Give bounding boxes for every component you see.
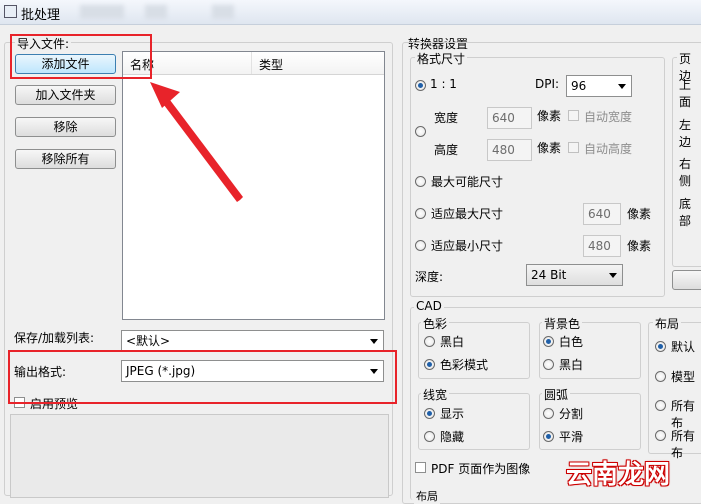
arc-label: 圆弧 [542, 386, 571, 403]
save-load-list-value: <默认> [126, 334, 171, 348]
auto-width-checkbox[interactable] [568, 110, 579, 121]
layout-all-2-radio[interactable] [655, 430, 666, 441]
max-possible-radio[interactable] [415, 176, 426, 187]
margin-bottom-label: 底部 [679, 197, 692, 228]
layout-default-radio[interactable] [655, 341, 666, 352]
window-title-bar: 批处理 [0, 0, 701, 25]
margin-top-label: 上面 [679, 78, 692, 109]
line-width-label: 线宽 [421, 386, 450, 403]
depth-value: 24 Bit [531, 268, 567, 282]
ratio-1-1-radio[interactable] [415, 80, 426, 91]
depth-label: 深度: [415, 270, 444, 284]
color-mono-label: 黑白 [440, 335, 465, 349]
custom-size-radio[interactable] [415, 126, 426, 137]
fit-min-unit: 像素 [627, 239, 652, 253]
chevron-down-icon [370, 339, 378, 344]
fit-max-unit: 像素 [627, 207, 652, 221]
remove-all-button[interactable]: 移除所有 [15, 149, 116, 169]
chevron-down-icon [618, 84, 626, 89]
save-load-list-select[interactable]: <默认> [121, 330, 384, 352]
fit-min-label: 适应最小尺寸 [431, 239, 504, 253]
background-mono-label: 黑白 [559, 358, 584, 372]
layout-bottom-label: 布局 [414, 488, 440, 504]
width-label: 宽度 [434, 111, 459, 125]
dpi-select[interactable]: 96 [566, 75, 632, 97]
window-title: 批处理 [21, 8, 61, 23]
blurred-menu-area [145, 5, 167, 19]
line-width-show-label: 显示 [440, 407, 465, 421]
highlight-box [10, 34, 152, 79]
width-input[interactable]: 640 [487, 107, 532, 129]
layout-model-radio[interactable] [655, 371, 666, 382]
pdf-as-image-checkbox[interactable] [415, 462, 426, 473]
background-white-label: 白色 [559, 335, 584, 349]
fit-max-label: 适应最大尺寸 [431, 207, 504, 221]
preview-area [10, 414, 389, 498]
layout-label: 布局 [653, 315, 682, 332]
layout-default-label: 默认 [671, 340, 696, 354]
line-width-show-radio[interactable] [424, 408, 435, 419]
fit-max-radio[interactable] [415, 208, 426, 219]
margin-action-button[interactable] [672, 270, 701, 290]
fit-min-input[interactable]: 480 [583, 235, 621, 257]
highlight-box [8, 350, 397, 404]
auto-height-label: 自动高度 [584, 142, 633, 156]
column-divider [251, 52, 252, 74]
watermark-logo: 云南龙网 [566, 460, 671, 490]
chevron-down-icon [609, 273, 617, 278]
color-mode-radio[interactable] [424, 359, 435, 370]
background-mono-radio[interactable] [543, 359, 554, 370]
blurred-menu-area [80, 5, 124, 19]
arc-smooth-radio[interactable] [543, 431, 554, 442]
arc-split-label: 分割 [559, 407, 584, 421]
dpi-label: DPI: [535, 77, 560, 91]
layout-all-label: 所有布 [671, 399, 696, 430]
remove-button[interactable]: 移除 [15, 117, 116, 137]
file-list-header: 名称 类型 [123, 52, 384, 75]
ratio-1-1-label: 1 : 1 [430, 77, 457, 91]
color-label: 色彩 [421, 315, 450, 332]
layout-all-radio[interactable] [655, 400, 666, 411]
layout-model-label: 模型 [671, 370, 696, 384]
background-label: 背景色 [542, 315, 583, 332]
auto-height-checkbox[interactable] [568, 142, 579, 153]
layout-all-2-label: 所有布 [671, 429, 696, 460]
fit-max-input[interactable]: 640 [583, 203, 621, 225]
margin-right-label: 右侧 [679, 157, 692, 188]
depth-select[interactable]: 24 Bit [526, 264, 623, 286]
fit-min-radio[interactable] [415, 240, 426, 251]
margin-left-label: 左边 [679, 118, 692, 149]
blurred-menu-area [212, 5, 234, 19]
format-size-label: 格式尺寸 [415, 50, 468, 67]
color-mono-radio[interactable] [424, 336, 435, 347]
line-width-hide-radio[interactable] [424, 431, 435, 442]
column-type[interactable]: 类型 [259, 56, 283, 73]
max-possible-label: 最大可能尺寸 [431, 175, 504, 189]
background-white-radio[interactable] [543, 336, 554, 347]
save-load-list-label: 保存/加载列表: [14, 331, 95, 345]
red-arrow-icon [150, 82, 243, 202]
dpi-value: 96 [571, 79, 587, 93]
app-icon [4, 5, 17, 18]
line-width-hide-label: 隐藏 [440, 430, 465, 444]
auto-width-label: 自动宽度 [584, 110, 633, 124]
height-label: 高度 [434, 143, 459, 157]
pdf-as-image-label: PDF 页面作为图像 [431, 462, 531, 476]
add-folder-button[interactable]: 加入文件夹 [15, 85, 116, 105]
width-unit: 像素 [537, 109, 562, 123]
height-unit: 像素 [537, 141, 562, 155]
arc-split-radio[interactable] [543, 408, 554, 419]
cad-label: CAD [414, 299, 444, 313]
height-input[interactable]: 480 [487, 139, 532, 161]
color-mode-label: 色彩模式 [440, 358, 489, 372]
arc-smooth-label: 平滑 [559, 430, 584, 444]
